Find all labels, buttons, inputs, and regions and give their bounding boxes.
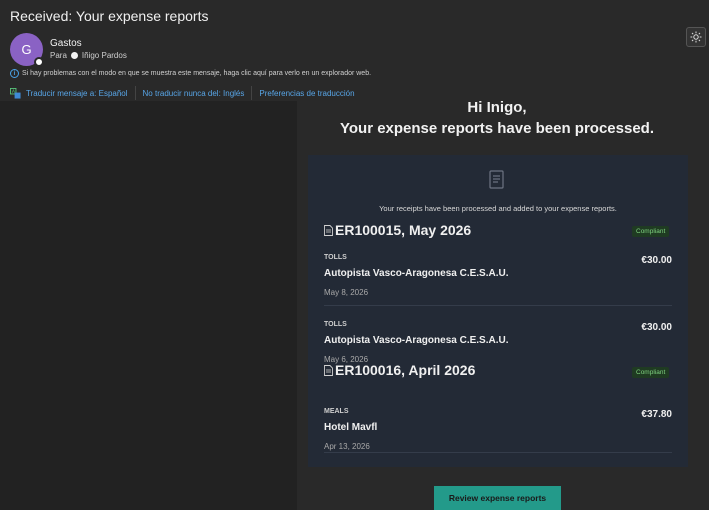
status-badge: Compliant: [632, 226, 670, 237]
sender-name[interactable]: Gastos: [50, 38, 82, 49]
card-intro-text: Your receipts have been processed and ad…: [379, 204, 617, 213]
report-title[interactable]: ER100016, April 2026: [324, 362, 475, 378]
expense-category: MEALS: [324, 408, 349, 415]
translate-message-link[interactable]: Traducir mensaje a: Español: [26, 89, 128, 98]
recipient-row: Para Iñigo Pardos: [50, 51, 127, 60]
review-expense-reports-button[interactable]: Review expense reports: [434, 486, 561, 510]
expense-item[interactable]: TOLLS €30.00 Autopista Vasco-Aragonesa C…: [324, 321, 672, 364]
greeting-message: Your expense reports have been processed…: [339, 120, 654, 137]
brightness-icon: [690, 31, 702, 43]
expense-date: Apr 13, 2026: [324, 442, 370, 451]
expense-item[interactable]: TOLLS €30.00 Autopista Vasco-Aragonesa C…: [324, 254, 672, 297]
presence-indicator: [34, 57, 44, 67]
settings-button[interactable]: [686, 27, 706, 47]
report-title[interactable]: ER100015, May 2026: [324, 222, 471, 238]
receipt-icon: [489, 170, 504, 189]
expense-merchant: Autopista Vasco-Aragonesa C.E.S.A.U.: [324, 268, 509, 279]
translate-icon: A: [10, 87, 21, 99]
report-id: ER100015, May 2026: [335, 222, 472, 238]
info-icon: i: [10, 69, 19, 78]
divider: [134, 86, 136, 100]
recipient-presence-icon: [70, 52, 78, 59]
divider: [251, 86, 253, 100]
expense-category: TOLLS: [324, 321, 347, 328]
greeting: Hi Inigo, Your expense reports have been…: [297, 97, 697, 139]
expense-merchant: Autopista Vasco-Aragonesa C.E.S.A.U.: [324, 335, 509, 346]
email-subject: Received: Your expense reports: [10, 8, 209, 24]
avatar[interactable]: G: [10, 33, 44, 67]
document-icon: [324, 364, 333, 376]
to-label: Para: [50, 51, 67, 60]
divider: [324, 452, 672, 453]
never-translate-link[interactable]: No traducir nunca del: Inglés: [143, 89, 245, 98]
expense-amount: €30.00: [641, 255, 672, 266]
recipient-name[interactable]: Iñigo Pardos: [82, 51, 127, 60]
status-badge: Compliant: [632, 367, 670, 378]
divider: [324, 305, 672, 306]
expense-amount: €37.80: [641, 409, 672, 420]
expense-item[interactable]: MEALS €37.80 Hotel Mavfl Apr 13, 2026: [324, 408, 672, 451]
email-margin-left: [0, 101, 297, 510]
avatar-initial: G: [21, 42, 32, 57]
display-issue-text[interactable]: Si hay problemas con el modo en que se m…: [22, 70, 371, 77]
report-id: ER100016, April 2026: [335, 362, 476, 378]
expense-merchant: Hotel Mavfl: [324, 422, 378, 433]
display-issue-notice[interactable]: i Si hay problemas con el modo en que se…: [10, 69, 371, 78]
document-icon: [324, 224, 333, 236]
expense-date: May 8, 2026: [324, 288, 369, 297]
expense-category: TOLLS: [324, 254, 347, 261]
greeting-name: Hi Inigo,: [467, 99, 527, 116]
expense-report-card: Your receipts have been processed and ad…: [308, 155, 688, 467]
expense-amount: €30.00: [641, 322, 672, 333]
